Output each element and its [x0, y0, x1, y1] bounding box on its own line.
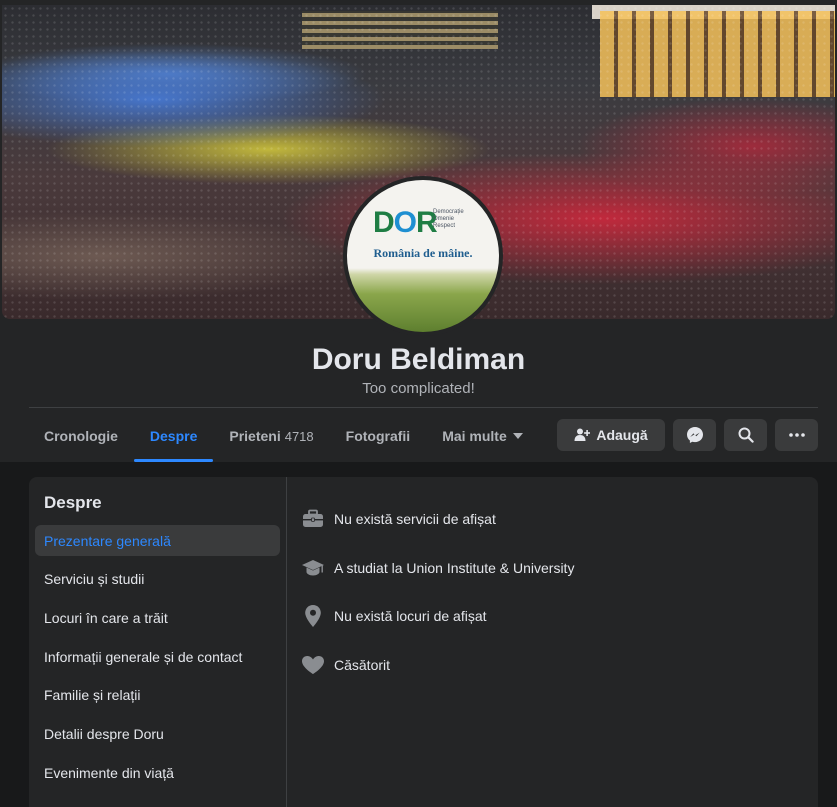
profile-avatar[interactable]: DOR Democrație Omenie Respect România de… — [343, 176, 503, 336]
messenger-button[interactable] — [673, 419, 716, 451]
profile-bio: Too complicated! — [362, 380, 475, 397]
caret-down-icon — [512, 433, 523, 439]
sidebar-item-life-events[interactable]: Evenimente din viață — [35, 757, 280, 788]
location-pin-icon — [305, 605, 321, 628]
about-card: Despre Prezentare generală Serviciu și s… — [29, 477, 818, 807]
logo-motto: România de mâine. — [373, 246, 473, 260]
overview-education-text: A studiat la Union Institute & Universit… — [334, 559, 575, 576]
sidebar-item-family[interactable]: Familie și relații — [35, 680, 280, 711]
sidebar-item-overview[interactable]: Prezentare generală — [35, 525, 280, 556]
more-options-button[interactable] — [775, 419, 818, 451]
sidebar-item-work-education[interactable]: Serviciu și studii — [35, 564, 280, 595]
tab-photos[interactable]: Fotografii — [330, 410, 427, 462]
search-icon — [738, 427, 754, 443]
overview-places-text: Nu există locuri de afișat — [334, 608, 487, 625]
more-dots-icon — [788, 433, 805, 437]
profile-header: DOR Democrație Omenie Respect România de… — [0, 0, 837, 462]
tab-friends[interactable]: Prieteni 4718 — [213, 410, 329, 462]
search-button[interactable] — [724, 419, 767, 451]
profile-actions: Adaugă — [557, 419, 818, 451]
overview-education: A studiat la Union Institute & Universit… — [301, 556, 818, 580]
sidebar-item-details[interactable]: Detalii despre Doru — [35, 718, 280, 749]
dor-logo: DOR — [373, 206, 438, 239]
heart-icon — [302, 656, 324, 675]
about-sidebar: Despre Prezentare generală Serviciu și s… — [29, 477, 287, 807]
overview-places: Nu există locuri de afișat — [301, 604, 818, 628]
profile-name: Doru Beldiman — [311, 343, 526, 376]
add-friend-icon — [574, 428, 591, 441]
briefcase-icon — [303, 509, 323, 527]
overview-work-text: Nu există servicii de afișat — [334, 511, 496, 527]
overview-relationship-text: Căsătorit — [334, 657, 391, 674]
tab-timeline[interactable]: Cronologie — [28, 410, 134, 462]
tab-more[interactable]: Mai multe — [426, 410, 539, 462]
sidebar-item-places-lived[interactable]: Locuri în care a trăit — [35, 602, 280, 633]
about-title: Despre — [44, 493, 102, 512]
about-overview: Nu există servicii de afișat A studiat l… — [287, 477, 818, 807]
graduation-cap-icon — [302, 559, 324, 576]
add-friend-button[interactable]: Adaugă — [557, 419, 665, 451]
friends-count: 4718 — [284, 428, 314, 444]
overview-relationship: Căsătorit — [301, 653, 818, 677]
messenger-icon — [686, 427, 703, 443]
tab-about[interactable]: Despre — [133, 410, 214, 462]
header-divider — [29, 407, 818, 408]
overview-work: Nu există servicii de afișat — [301, 507, 818, 531]
logo-tagline: Democrație Omenie Respect — [433, 209, 464, 229]
profile-tabs: Cronologie Despre Prieteni 4718 Fotografi… — [28, 410, 539, 462]
sidebar-item-contact-info[interactable]: Informații generale și de contact — [35, 641, 280, 672]
